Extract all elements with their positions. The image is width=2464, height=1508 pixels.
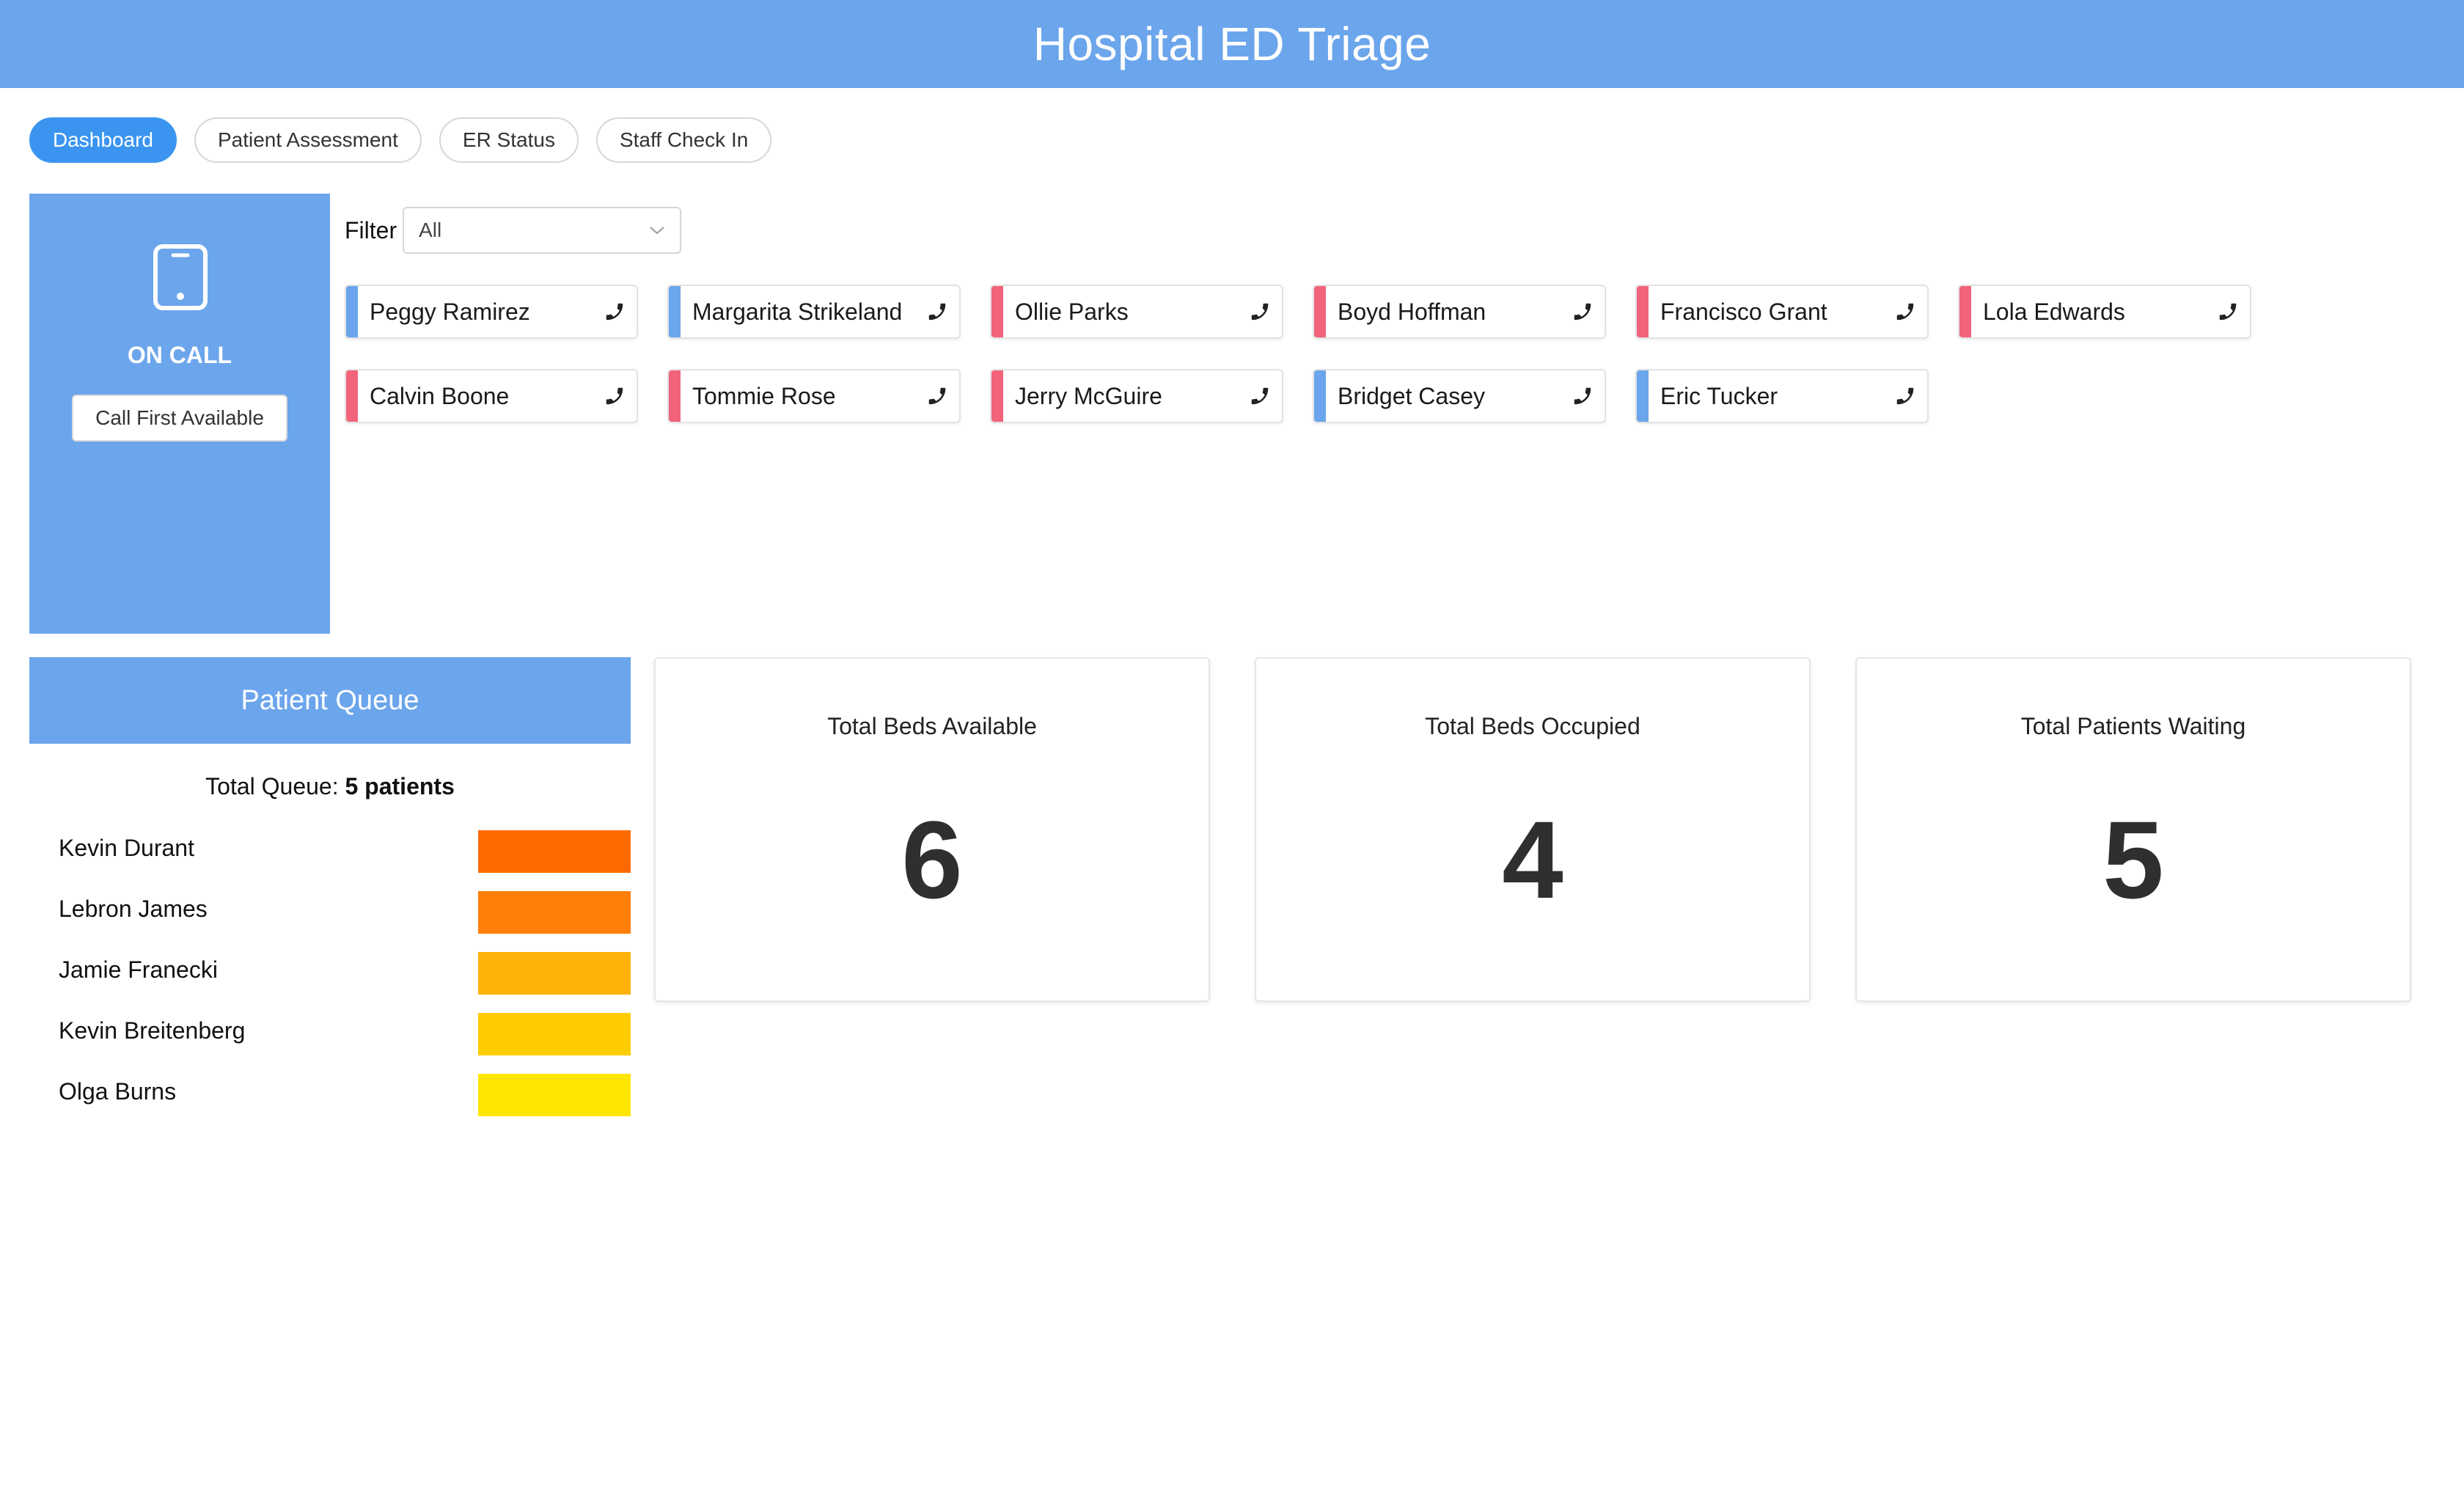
filter-select[interactable]: All — [403, 207, 682, 254]
queue-patient-name: Kevin Durant — [59, 835, 194, 861]
queue-priority-bar — [478, 1074, 631, 1116]
tab-staff-check-in[interactable]: Staff Check In — [595, 117, 772, 163]
queue-patient-name: Kevin Breitenberg — [59, 1017, 246, 1044]
staff-name: Margarita Strikeland — [692, 298, 903, 325]
app-header: Hospital ED Triage — [0, 0, 2464, 88]
chevron-down-icon — [650, 227, 664, 235]
phone-icon[interactable] — [1561, 385, 1605, 407]
on-call-panel: ON CALL Call First Available — [29, 194, 330, 634]
queue-patient-name: Jamie Franecki — [59, 956, 218, 983]
staff-card[interactable]: Eric Tucker — [1635, 369, 1929, 423]
stat-title: Total Beds Occupied — [1425, 713, 1640, 739]
nav-tabs: Dashboard Patient Assessment ER Status S… — [29, 117, 772, 163]
tab-er-status[interactable]: ER Status — [439, 117, 579, 163]
queue-priority-bar — [478, 830, 631, 873]
staff-card[interactable]: Boyd Hoffman — [1313, 285, 1606, 339]
queue-item[interactable]: Olga Burns — [29, 1074, 631, 1116]
stat-value: 4 — [1502, 798, 1563, 921]
staff-name: Bridget Casey — [1338, 382, 1485, 409]
phone-icon[interactable] — [1238, 301, 1282, 323]
staff-card[interactable]: Lola Edwards — [1958, 285, 2251, 339]
phone-icon[interactable] — [915, 385, 959, 407]
stat-card-beds-available: Total Beds Available 6 — [654, 657, 1210, 1002]
queue-priority-bar — [478, 1013, 631, 1055]
queue-item[interactable]: Kevin Durant — [29, 830, 631, 873]
queue-patient-name: Lebron James — [59, 896, 208, 922]
stat-card-beds-occupied: Total Beds Occupied 4 — [1255, 657, 1811, 1002]
staff-status-bar — [991, 370, 1003, 422]
staff-card[interactable]: Francisco Grant — [1635, 285, 1929, 339]
queue-total-value: 5 patients — [345, 773, 455, 799]
queue-item[interactable]: Jamie Franecki — [29, 952, 631, 995]
staff-status-bar — [669, 370, 681, 422]
stat-value: 5 — [2102, 798, 2164, 921]
phone-icon[interactable] — [593, 301, 637, 323]
queue-patient-name: Olga Burns — [59, 1078, 177, 1105]
staff-card[interactable]: Tommie Rose — [667, 369, 961, 423]
tab-patient-assessment[interactable]: Patient Assessment — [194, 117, 422, 163]
patient-queue-title: Patient Queue — [241, 684, 419, 716]
filter-row: Filter All — [345, 207, 682, 254]
staff-status-bar — [1314, 370, 1326, 422]
staff-status-bar — [991, 286, 1003, 337]
staff-status-bar — [1959, 286, 1971, 337]
phone-icon[interactable] — [915, 301, 959, 323]
staff-card[interactable]: Peggy Ramirez — [345, 285, 638, 339]
phone-icon[interactable] — [1883, 301, 1927, 323]
staff-name: Lola Edwards — [1983, 298, 2125, 325]
staff-card[interactable]: Ollie Parks — [990, 285, 1283, 339]
tablet-phone-icon — [153, 244, 208, 310]
app-title: Hospital ED Triage — [1033, 18, 1431, 70]
queue-priority-bar — [478, 891, 631, 934]
stat-title: Total Patients Waiting — [2020, 713, 2246, 739]
on-call-label: ON CALL — [127, 342, 232, 368]
phone-icon[interactable] — [1561, 301, 1605, 323]
staff-name: Ollie Parks — [1015, 298, 1129, 325]
staff-status-bar — [1637, 370, 1649, 422]
queue-item[interactable]: Kevin Breitenberg — [29, 1013, 631, 1055]
queue-item[interactable]: Lebron James — [29, 891, 631, 934]
staff-name: Peggy Ramirez — [370, 298, 530, 325]
staff-status-bar — [346, 370, 358, 422]
staff-name: Eric Tucker — [1660, 382, 1778, 409]
call-first-available-button[interactable]: Call First Available — [72, 395, 287, 442]
staff-card[interactable]: Bridget Casey — [1313, 369, 1606, 423]
filter-value: All — [419, 219, 442, 241]
tab-dashboard[interactable]: Dashboard — [29, 117, 177, 163]
staff-name: Jerry McGuire — [1015, 382, 1162, 409]
phone-icon[interactable] — [1238, 385, 1282, 407]
staff-name: Calvin Boone — [370, 382, 510, 409]
staff-status-bar — [1314, 286, 1326, 337]
staff-status-bar — [669, 286, 681, 337]
stat-title: Total Beds Available — [827, 713, 1037, 739]
patient-queue-header: Patient Queue — [29, 657, 631, 744]
phone-icon[interactable] — [2206, 301, 2250, 323]
queue-total: Total Queue: 5 patients — [29, 773, 631, 800]
stat-card-patients-waiting: Total Patients Waiting 5 — [1855, 657, 2411, 1002]
staff-card[interactable]: Calvin Boone — [345, 369, 638, 423]
staff-status-bar — [1637, 286, 1649, 337]
staff-name: Francisco Grant — [1660, 298, 1827, 325]
phone-icon[interactable] — [593, 385, 637, 407]
staff-card[interactable]: Jerry McGuire — [990, 369, 1283, 423]
staff-name: Tommie Rose — [692, 382, 836, 409]
filter-label: Filter — [345, 216, 397, 244]
queue-total-prefix: Total Queue: — [205, 773, 345, 799]
phone-icon[interactable] — [1883, 385, 1927, 407]
stat-value: 6 — [901, 798, 963, 921]
staff-card[interactable]: Margarita Strikeland — [667, 285, 961, 339]
staff-name: Boyd Hoffman — [1338, 298, 1486, 325]
queue-priority-bar — [478, 952, 631, 995]
staff-status-bar — [346, 286, 358, 337]
